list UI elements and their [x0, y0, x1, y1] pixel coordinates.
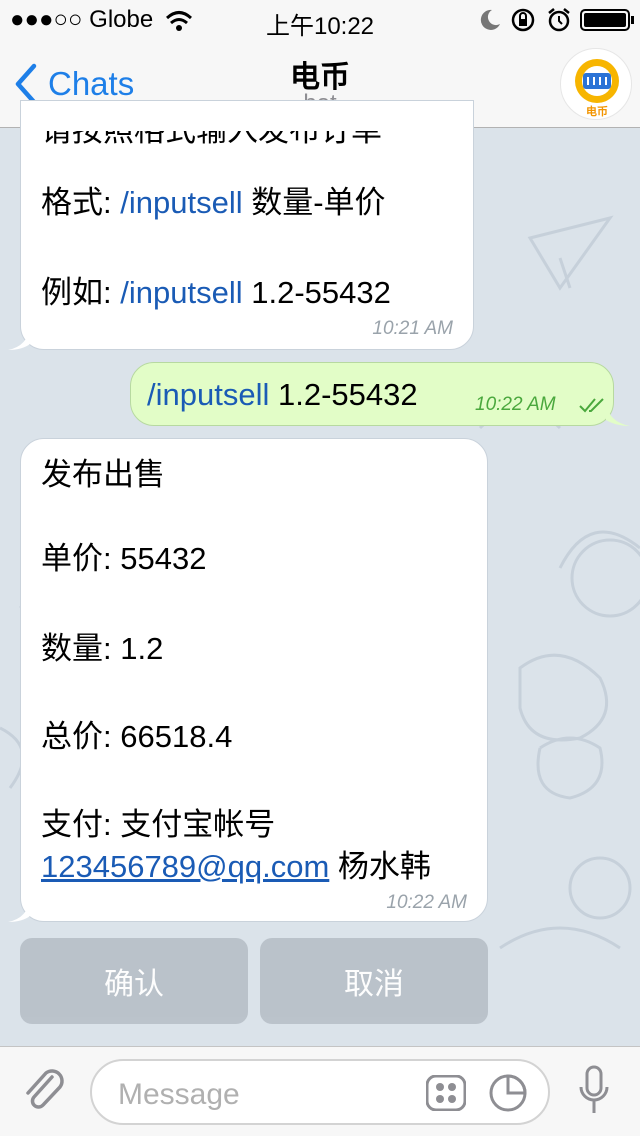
sticker-icon[interactable] [488, 1073, 528, 1113]
order-title: 发布出售 [41, 457, 165, 492]
alarm-icon [548, 8, 570, 32]
total-value: 66518.4 [120, 719, 233, 754]
avatar-label: 电币 [586, 106, 608, 118]
price-value: 55432 [120, 541, 207, 576]
message-time: 10:21 AM [372, 318, 453, 339]
format-label: 格式: [41, 185, 112, 220]
price-line: 单价: 55432 [41, 543, 206, 574]
status-bar: ●●●○○ Globe 上午10:22 [0, 0, 640, 40]
command-args: 1.2-55432 [277, 377, 418, 412]
confirm-button[interactable]: 确认 [20, 938, 248, 1024]
payment-method: 支付宝帐号 [120, 807, 276, 842]
price-label: 单价: [41, 541, 112, 576]
double-check-icon [579, 398, 604, 413]
battery-icon [580, 9, 634, 31]
bubble-tail [8, 898, 30, 922]
message-time: 10:22 AM [475, 394, 556, 415]
bubble-tail [606, 402, 630, 426]
format-text: 数量-单价 [251, 185, 386, 220]
total-label: 总价: [41, 719, 112, 754]
message-input-bar: Message [0, 1046, 640, 1136]
quantity-label: 数量: [41, 631, 112, 666]
moon-icon [480, 9, 500, 30]
message-time: 10:22 AM [386, 892, 467, 913]
bot-avatar[interactable]: 电币 [560, 48, 632, 120]
payment-label: 支付: [41, 807, 112, 842]
example-text: 1.2-55432 [251, 275, 391, 310]
command-link[interactable]: /inputsell [120, 185, 242, 220]
outgoing-message[interactable]: /inputsell 1.2-55432 10:22 AM [130, 362, 614, 426]
clock: 上午10:22 [265, 13, 375, 40]
bot-keyboard-icon[interactable] [426, 1075, 466, 1111]
message-line-format: 格式: /inputsell 数量-单价 [41, 187, 386, 218]
message-input[interactable]: Message [90, 1059, 550, 1125]
quantity-line: 数量: 1.2 [41, 633, 163, 664]
message-text-partial: 请按照格式输入发布订单 [41, 113, 382, 148]
payment-account-line: 123456789@qq.com 杨水韩 [41, 851, 431, 882]
total-line: 总价: 66518.4 [41, 721, 232, 752]
account-name: 杨水韩 [337, 849, 431, 884]
paperclip-icon[interactable] [22, 1067, 68, 1117]
command-link[interactable]: /inputsell [147, 377, 269, 412]
incoming-message-1[interactable]: 请按照格式输入发布订单 格式: /inputsell 数量-单价 例如: /in… [20, 100, 474, 350]
message-placeholder: Message [118, 1078, 240, 1111]
message-line-example: 例如: /inputsell 1.2-55432 [41, 277, 391, 308]
quantity-value: 1.2 [120, 631, 164, 666]
command-link[interactable]: /inputsell [120, 275, 242, 310]
payment-line: 支付: 支付宝帐号 [41, 809, 275, 840]
example-label: 例如: [41, 275, 112, 310]
email-link[interactable]: 123456789@qq.com [41, 849, 329, 884]
incoming-message-2[interactable]: 发布出售 单价: 55432 数量: 1.2 总价: 66518.4 支付: 支… [20, 438, 488, 922]
cancel-button[interactable]: 取消 [260, 938, 488, 1024]
message-text: /inputsell 1.2-55432 [147, 379, 418, 410]
microphone-icon[interactable] [578, 1065, 610, 1117]
rotation-lock-icon [511, 8, 535, 32]
bubble-tail [8, 326, 30, 350]
